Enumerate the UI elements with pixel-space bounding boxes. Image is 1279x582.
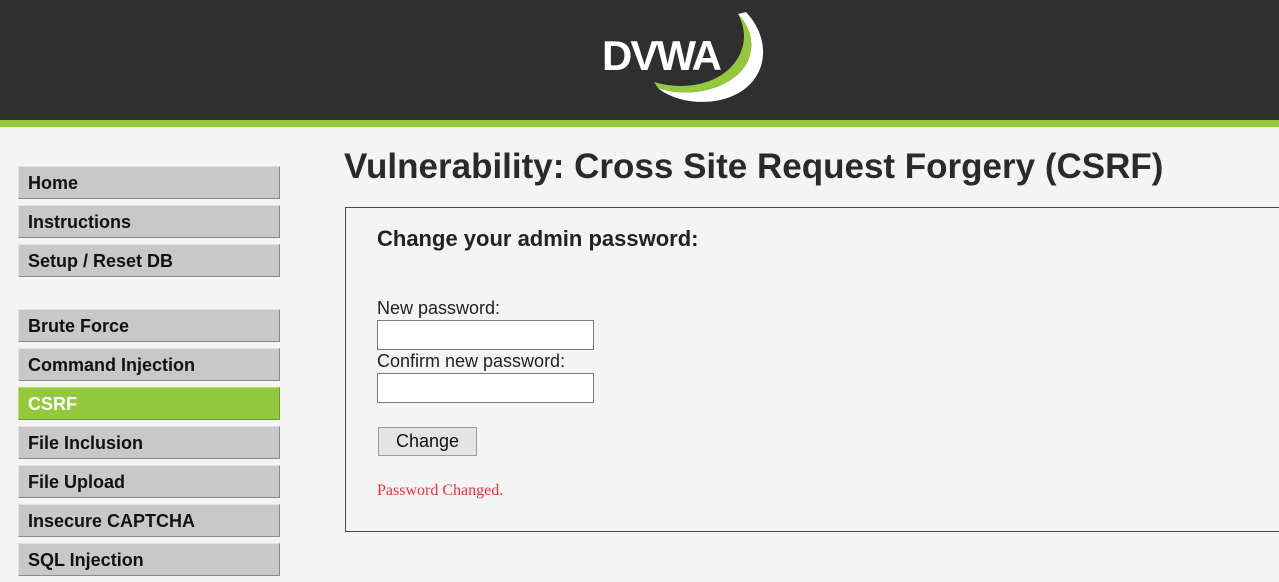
confirm-password-label: Confirm new password:: [377, 351, 566, 371]
sidebar-item-home[interactable]: Home: [18, 166, 280, 199]
sidebar-item-setup-reset-db[interactable]: Setup / Reset DB: [18, 244, 280, 277]
new-password-input[interactable]: [377, 320, 594, 350]
sidebar-item-sql-injection[interactable]: SQL Injection: [18, 543, 280, 576]
status-message: Password Changed.: [377, 482, 504, 499]
svg-text:DVWA: DVWA: [602, 32, 722, 79]
confirm-password-input[interactable]: [377, 373, 594, 403]
page-title: Vulnerability: Cross Site Request Forger…: [344, 147, 1164, 186]
new-password-label: New password:: [377, 298, 501, 318]
sidebar-menu: Home Instructions Setup / Reset DB Brute…: [18, 166, 280, 582]
sidebar-item-instructions[interactable]: Instructions: [18, 205, 280, 238]
dvwa-logo[interactable]: DVWA: [588, 4, 778, 112]
csrf-form-panel: Change your admin password: New password…: [345, 207, 1279, 532]
change-password-button[interactable]: Change: [378, 427, 477, 456]
form-heading: Change your admin password:: [377, 226, 699, 251]
menu-separator: [18, 283, 280, 309]
sidebar-item-file-upload[interactable]: File Upload: [18, 465, 280, 498]
sidebar-item-insecure-captcha[interactable]: Insecure CAPTCHA: [18, 504, 280, 537]
sidebar-item-command-injection[interactable]: Command Injection: [18, 348, 280, 381]
sidebar-item-brute-force[interactable]: Brute Force: [18, 309, 280, 342]
sidebar-item-csrf[interactable]: CSRF: [18, 387, 280, 420]
sidebar-item-file-inclusion[interactable]: File Inclusion: [18, 426, 280, 459]
site-header: DVWA: [0, 0, 1279, 127]
